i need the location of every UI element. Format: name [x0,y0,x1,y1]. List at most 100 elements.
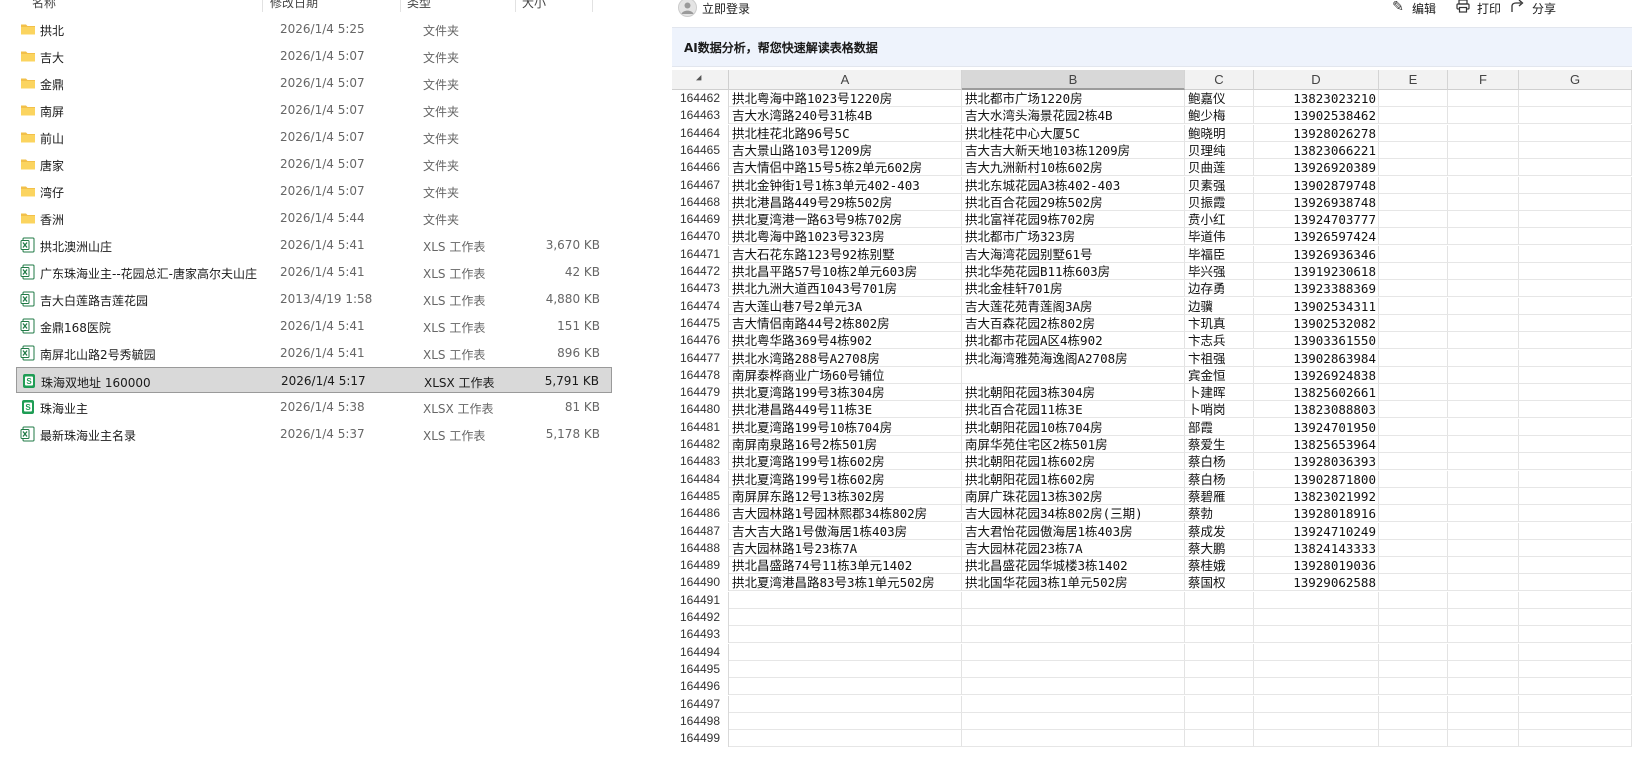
cell-c[interactable]: 贝曲莲 [1185,159,1254,177]
cell-d[interactable]: 13825602661 [1254,384,1379,402]
cell-f[interactable] [1448,228,1519,246]
cell-e[interactable] [1379,90,1448,107]
cell-d[interactable]: 13926597424 [1254,228,1379,246]
cell-g[interactable] [1519,228,1632,246]
cell-g[interactable] [1519,678,1632,696]
row-number[interactable]: 164463 [672,107,729,125]
cell-a[interactable]: 吉大情侣南路44号2栋802房 [729,314,962,332]
row-number[interactable]: 164464 [672,124,729,142]
row-number[interactable]: 164469 [672,211,729,229]
cell-c[interactable]: 卞玑真 [1185,314,1254,332]
cell-c[interactable]: 蔡成发 [1185,522,1254,540]
cell-a[interactable]: 拱北夏湾路199号1栋602房 [729,453,962,471]
cell-e[interactable] [1379,539,1448,557]
cell-c[interactable] [1185,643,1254,661]
cell-d[interactable]: 13928018916 [1254,505,1379,523]
cell-a[interactable]: 拱北夏湾港昌路83号3栋1单元502房 [729,574,962,592]
cell-f[interactable] [1448,643,1519,661]
cell-f[interactable] [1448,487,1519,505]
cell-c[interactable]: 贝振霞 [1185,193,1254,211]
cell-a[interactable] [729,730,962,748]
cell-a[interactable]: 南屏屏东路12号13栋302房 [729,487,962,505]
cell-c[interactable]: 卞志兵 [1185,332,1254,350]
cell-c[interactable]: 蔡桂娥 [1185,557,1254,575]
cell-g[interactable] [1519,349,1632,367]
cell-g[interactable] [1519,263,1632,280]
cell-e[interactable] [1379,591,1448,609]
cell-b[interactable]: 南屏华苑住宅区2栋501房 [962,436,1185,453]
folder-item[interactable]: 唐家 2026/1/4 5:07 文件夹 [16,151,612,177]
cell-g[interactable] [1519,453,1632,471]
cell-f[interactable] [1448,470,1519,488]
cell-a[interactable]: 吉大莲山巷7号2单元3A [729,297,962,315]
row-number[interactable]: 164489 [672,557,729,575]
cell-f[interactable] [1448,436,1519,453]
cell-b[interactable] [962,695,1185,713]
cell-f[interactable] [1448,193,1519,211]
row-number[interactable]: 164465 [672,141,729,159]
cell-d[interactable]: 13928036393 [1254,453,1379,471]
column-header-f[interactable]: F [1448,70,1519,90]
cell-e[interactable] [1379,107,1448,125]
cell-b[interactable]: 拱北朝阳花园1栋602房 [962,453,1185,471]
cell-b[interactable]: 拱北华苑花园B11栋603房 [962,263,1185,280]
cell-g[interactable] [1519,470,1632,488]
cell-f[interactable] [1448,626,1519,644]
cell-d[interactable] [1254,660,1379,678]
cell-c[interactable]: 蔡白杨 [1185,453,1254,471]
cell-b[interactable]: 拱北富祥花园9栋702房 [962,211,1185,229]
cell-a[interactable]: 拱北九洲大道西1043号701房 [729,280,962,298]
cell-g[interactable] [1519,159,1632,177]
cell-c[interactable]: 贝素强 [1185,176,1254,194]
cell-a[interactable]: 拱北昌盛路74号11栋3单元1402 [729,557,962,575]
cell-e[interactable] [1379,349,1448,367]
cell-a[interactable]: 拱北昌平路57号10栋2单元603房 [729,263,962,280]
cell-d[interactable] [1254,626,1379,644]
cell-e[interactable] [1379,314,1448,332]
cell-g[interactable] [1519,505,1632,523]
cell-b[interactable]: 拱北都市花园A区4栋902 [962,332,1185,350]
ai-analysis-banner[interactable]: AI数据分析，帮您快速解读表格数据 [672,27,1632,67]
cell-c[interactable]: 蔡白杨 [1185,470,1254,488]
cell-g[interactable] [1519,643,1632,661]
cell-f[interactable] [1448,591,1519,609]
cell-g[interactable] [1519,487,1632,505]
cell-b[interactable] [962,591,1185,609]
cell-e[interactable] [1379,159,1448,177]
cell-c[interactable]: 鲍晓明 [1185,124,1254,142]
cell-g[interactable] [1519,176,1632,194]
folder-item[interactable]: 金鼎 2026/1/4 5:07 文件夹 [16,70,612,96]
row-number[interactable]: 164471 [672,245,729,263]
cell-f[interactable] [1448,505,1519,523]
cell-d[interactable] [1254,678,1379,696]
row-number[interactable]: 164462 [672,90,729,107]
cell-c[interactable] [1185,660,1254,678]
file-item[interactable]: 南屏北山路2号秀毓园 2026/1/4 5:41 XLS 工作表 896 KB [16,340,612,366]
row-number[interactable]: 164484 [672,470,729,488]
row-number[interactable]: 164498 [672,712,729,730]
cell-f[interactable] [1448,678,1519,696]
cell-d[interactable] [1254,591,1379,609]
cell-d[interactable]: 13926936346 [1254,245,1379,263]
header-date[interactable]: 修改日期 [270,0,318,11]
cell-b[interactable]: 拱北都市广场323房 [962,228,1185,246]
cell-f[interactable] [1448,609,1519,626]
cell-d[interactable]: 13928019036 [1254,557,1379,575]
cell-e[interactable] [1379,176,1448,194]
cell-d[interactable]: 13919230618 [1254,263,1379,280]
row-number[interactable]: 164481 [672,418,729,436]
row-number[interactable]: 164479 [672,384,729,402]
cell-b[interactable] [962,609,1185,626]
cell-c[interactable]: 毕福臣 [1185,245,1254,263]
cell-g[interactable] [1519,522,1632,540]
row-number[interactable]: 164477 [672,349,729,367]
cell-f[interactable] [1448,453,1519,471]
cell-a[interactable] [729,712,962,730]
cell-d[interactable]: 13823023210 [1254,90,1379,107]
cell-e[interactable] [1379,245,1448,263]
cell-a[interactable]: 拱北金钟街1号1栋3单元402-403 [729,176,962,194]
cell-c[interactable]: 蔡国权 [1185,574,1254,592]
column-header-c[interactable]: C [1185,70,1254,90]
cell-f[interactable] [1448,418,1519,436]
cell-a[interactable]: 拱北水湾路288号A2708房 [729,349,962,367]
